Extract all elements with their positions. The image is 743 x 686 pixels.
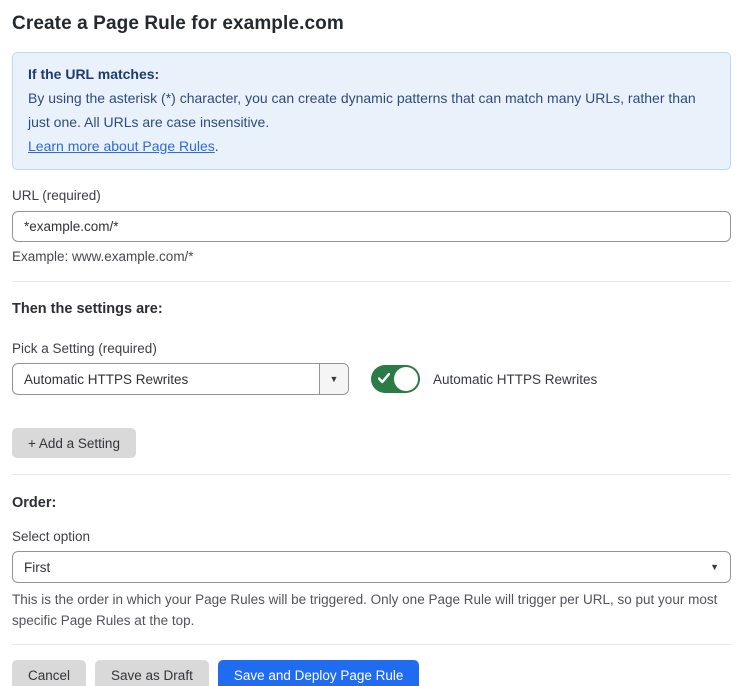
- order-select-label: Select option: [12, 529, 91, 544]
- chevron-down-icon[interactable]: ▼: [319, 364, 348, 394]
- settings-section-heading: Then the settings are:: [12, 301, 163, 317]
- link-period: .: [214, 138, 219, 154]
- setting-select-value: Automatic HTTPS Rewrites: [24, 371, 189, 387]
- info-box-body-text: By using the asterisk (*) character, you…: [28, 90, 696, 130]
- url-field-example: Example: www.example.com/*: [12, 249, 194, 264]
- divider: [12, 281, 731, 282]
- save-and-deploy-button[interactable]: Save and Deploy Page Rule: [217, 660, 420, 686]
- url-field-label: URL (required): [12, 188, 101, 203]
- setting-select[interactable]: Automatic HTTPS Rewrites ▼: [12, 363, 349, 395]
- learn-more-link[interactable]: Learn more about Page Rules: [28, 138, 215, 154]
- save-as-draft-button[interactable]: Save as Draft: [95, 660, 209, 686]
- toggle-label: Automatic HTTPS Rewrites: [433, 371, 598, 387]
- create-page-rule-panel: Create a Page Rule for example.com If th…: [0, 0, 743, 686]
- info-box-body: By using the asterisk (*) character, you…: [28, 86, 715, 158]
- url-matches-info-box: If the URL matches: By using the asteris…: [12, 52, 731, 170]
- check-icon: [378, 373, 390, 384]
- page-title: Create a Page Rule for example.com: [12, 13, 344, 34]
- url-input[interactable]: [12, 211, 731, 242]
- footer-actions: Cancel Save as Draft Save and Deploy Pag…: [12, 660, 731, 686]
- order-help-text: This is the order in which your Page Rul…: [12, 592, 718, 628]
- setting-row: Automatic HTTPS Rewrites ▼ Automatic HTT…: [12, 363, 731, 395]
- automatic-https-rewrites-toggle[interactable]: [371, 365, 420, 393]
- toggle-knob: [394, 367, 418, 391]
- order-section-heading: Order:: [12, 495, 57, 511]
- divider: [12, 644, 731, 645]
- order-select-value: First: [24, 559, 51, 575]
- add-setting-button[interactable]: + Add a Setting: [12, 428, 136, 458]
- order-select[interactable]: First ▼: [12, 551, 731, 583]
- pick-setting-label: Pick a Setting (required): [12, 341, 157, 356]
- chevron-down-icon: ▼: [710, 562, 719, 572]
- cancel-button[interactable]: Cancel: [12, 660, 87, 686]
- divider: [12, 474, 731, 475]
- info-box-heading: If the URL matches:: [28, 66, 160, 82]
